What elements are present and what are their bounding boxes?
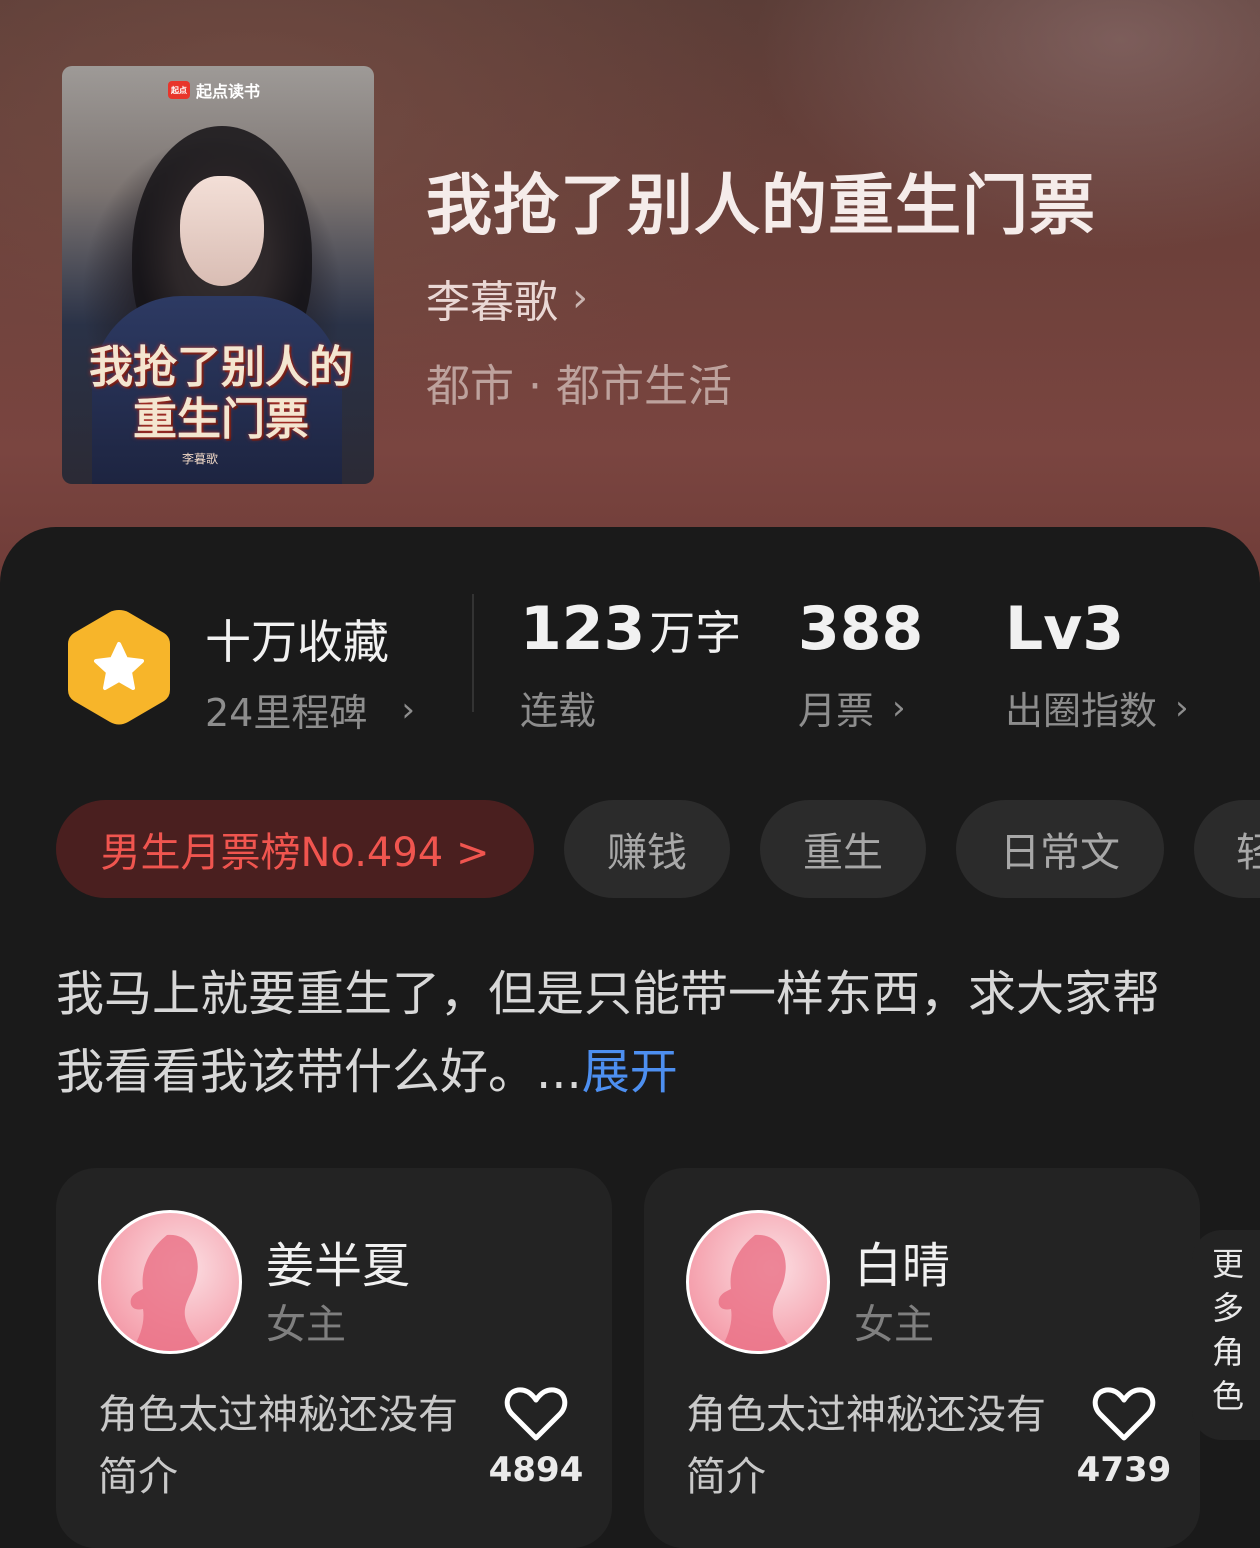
like-count: 4739 [1076,1450,1172,1490]
character-description: 角色太过神秘还没有简介 [686,1392,1046,1500]
more-roles-label: 更多角色 [1207,1247,1245,1423]
tag-row: 男生月票榜No.494 > 赚钱 重生 日常文 轻 [56,800,1260,900]
character-name: 姜半夏 [266,1238,411,1294]
expand-link[interactable]: 展开 [582,1044,678,1100]
character-role: 女主 [854,1302,934,1348]
level-stat[interactable]: Lv3 出圈指数 › [1005,594,1189,735]
monthly-votes-label: 月票 [798,689,875,733]
words-stat: 123 万字 连载 [520,594,741,735]
chevron-right-icon: › [572,275,588,321]
tag-rebirth[interactable]: 重生 [760,800,926,898]
author-name: 李暮歌 [426,277,558,328]
chevron-right-icon: › [1175,687,1189,728]
character-card[interactable]: 姜半夏 女主 角色太过神秘还没有简介 4894 [56,1168,612,1548]
cover-logo-text: 起点读书 [196,82,261,101]
cover-title-line2: 重生门票 [133,394,309,445]
qidian-logo-icon: 起点 [168,81,190,99]
book-genre[interactable]: 都市 · 都市生活 [426,350,732,414]
more-roles-button[interactable]: 更多角色 [1192,1230,1260,1440]
book-cover[interactable]: 起点 起点读书 我抢了别人的 重生门票 李暮歌 [62,66,374,484]
character-description: 角色太过神秘还没有简介 [98,1392,458,1500]
character-avatar [686,1210,830,1354]
words-label: 连载 [520,689,597,733]
silhouette-icon [130,1234,205,1351]
tag-light[interactable]: 轻 [1194,800,1260,898]
book-title: 我抢了别人的重生门票 [426,166,1096,244]
chevron-right-icon: › [401,689,415,730]
tag-earn-money[interactable]: 赚钱 [564,800,730,898]
favorites-stat[interactable]: 十万收藏 24里程碑 › [205,606,415,737]
author-link[interactable]: 李暮歌 › [426,266,588,330]
rank-tag[interactable]: 男生月票榜No.494 > [56,800,534,898]
tag-daily[interactable]: 日常文 [956,800,1164,898]
character-name: 白晴 [854,1238,951,1294]
star-badge-icon [68,610,170,725]
like-count: 4894 [488,1450,584,1490]
chevron-right-icon: › [892,687,906,728]
cover-title-line1: 我抢了别人的 [89,342,353,393]
words-value: 123 [520,594,646,664]
character-role: 女主 [266,1302,346,1348]
heart-icon[interactable] [504,1386,568,1442]
heart-icon[interactable] [1092,1386,1156,1442]
cover-art-face [180,176,264,286]
stat-divider [472,594,474,712]
character-avatar [98,1210,242,1354]
level-value: Lv3 [1005,594,1125,664]
milestones-label: 24里程碑 [205,691,368,735]
cover-author: 李暮歌 [182,452,219,466]
synopsis[interactable]: 我马上就要重生了，但是只能带一样东西，求大家帮我看看我该带什么好。...展开 [56,955,1206,1111]
cover-logo: 起点 起点读书 [168,78,260,102]
monthly-votes-stat[interactable]: 388 月票 › [798,594,923,735]
level-label: 出圈指数 [1005,689,1158,733]
character-card[interactable]: 白晴 女主 角色太过神秘还没有简介 4739 [644,1168,1200,1548]
silhouette-icon [718,1234,793,1351]
cover-title: 我抢了别人的 重生门票 [76,342,366,446]
words-unit: 万字 [649,606,742,660]
monthly-votes-value: 388 [798,594,924,664]
favorites-count: 十万收藏 [205,615,389,669]
